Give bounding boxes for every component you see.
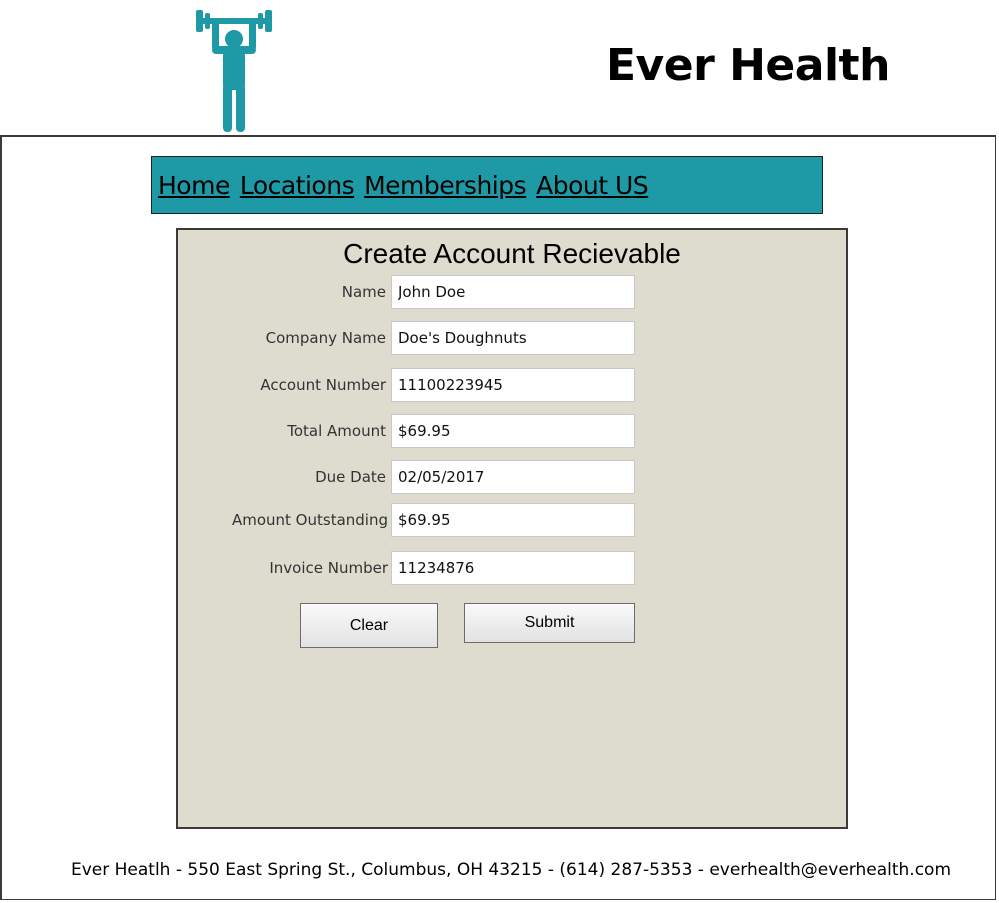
nav-link-about-us[interactable]: About US [536, 171, 649, 200]
invoice-number-input[interactable] [391, 551, 635, 585]
name-input[interactable] [391, 275, 635, 309]
nav-link-home[interactable]: Home [158, 171, 230, 200]
brand-title: Ever Health [606, 40, 890, 91]
nav-link-memberships[interactable]: Memberships [364, 171, 527, 200]
nav-link-locations[interactable]: Locations [240, 171, 355, 200]
company-name-input[interactable] [391, 321, 635, 355]
due-date-label: Due Date [315, 468, 386, 486]
field-row-amount-outstanding: Amount Outstanding [178, 503, 846, 537]
account-number-label: Account Number [260, 376, 386, 394]
weightlifter-icon [192, 8, 276, 134]
main-nav: Home Locations Memberships About US [151, 156, 823, 214]
field-row-company-name: Company Name [178, 321, 846, 355]
clear-button[interactable]: Clear [300, 603, 438, 648]
field-row-invoice-number: Invoice Number [178, 551, 846, 585]
amount-outstanding-input[interactable] [391, 503, 635, 537]
due-date-input[interactable] [391, 460, 635, 494]
field-row-total-amount: Total Amount [178, 414, 846, 448]
total-amount-input[interactable] [391, 414, 635, 448]
name-label: Name [341, 283, 386, 301]
amount-outstanding-label: Amount Outstanding [231, 511, 388, 529]
submit-button[interactable]: Submit [464, 603, 635, 643]
field-row-name: Name [178, 275, 846, 309]
account-receivable-form: Create Account Recievable Name Company N… [176, 228, 848, 829]
company-name-label: Company Name [265, 329, 386, 347]
footer-contact: Ever Heatlh - 550 East Spring St., Colum… [70, 860, 951, 880]
form-title: Create Account Recievable [343, 238, 681, 269]
field-row-due-date: Due Date [178, 460, 846, 494]
invoice-number-label: Invoice Number [269, 559, 388, 577]
total-amount-label: Total Amount [287, 422, 386, 440]
field-row-account-number: Account Number [178, 368, 846, 402]
account-number-input[interactable] [391, 368, 635, 402]
